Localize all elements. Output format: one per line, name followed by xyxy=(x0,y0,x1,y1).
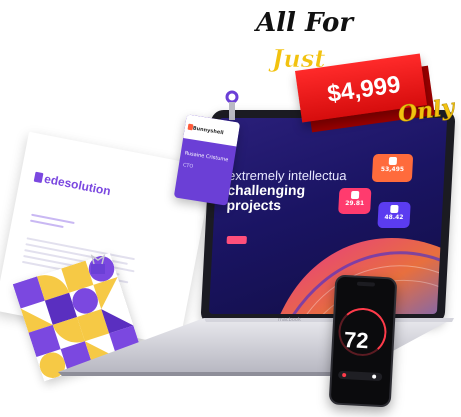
lanyard-clip-icon xyxy=(225,90,239,120)
stat-icon xyxy=(388,157,398,165)
stat-card-2: 29.81 xyxy=(338,188,372,214)
smartphone: 72 xyxy=(328,274,398,408)
laptop-brand: macbook xyxy=(278,317,301,323)
hero-line-2: challenging xyxy=(226,182,306,198)
letterhead-logo-icon xyxy=(33,171,44,184)
text-line xyxy=(26,237,135,261)
letterhead-logo: edesolution xyxy=(43,171,112,199)
badge-role: CTO xyxy=(182,162,194,170)
hero-cta-button[interactable] xyxy=(226,236,247,244)
stat-card-1: 53,495 xyxy=(371,154,414,182)
laptop-screen: extremely intellectua challenging projec… xyxy=(208,118,448,314)
hero-line-1: extremely intellectua xyxy=(227,168,348,183)
hero-heading: extremely intellectua challenging projec… xyxy=(226,168,348,213)
stat-icon xyxy=(390,205,399,213)
phone-reading: 72 xyxy=(343,327,370,354)
promo-line-1: All For xyxy=(256,8,354,38)
stat-value: 48.42 xyxy=(384,214,404,221)
hero-line-3: projects xyxy=(226,197,282,213)
binder-clip-icon xyxy=(90,254,106,274)
stat-value: 29.81 xyxy=(344,200,365,207)
laptop-base xyxy=(58,318,454,376)
stat-card-3: 48.42 xyxy=(377,202,411,228)
phone-notch xyxy=(356,281,376,287)
stat-icon xyxy=(350,191,360,199)
stat-value: 53,495 xyxy=(380,166,405,173)
